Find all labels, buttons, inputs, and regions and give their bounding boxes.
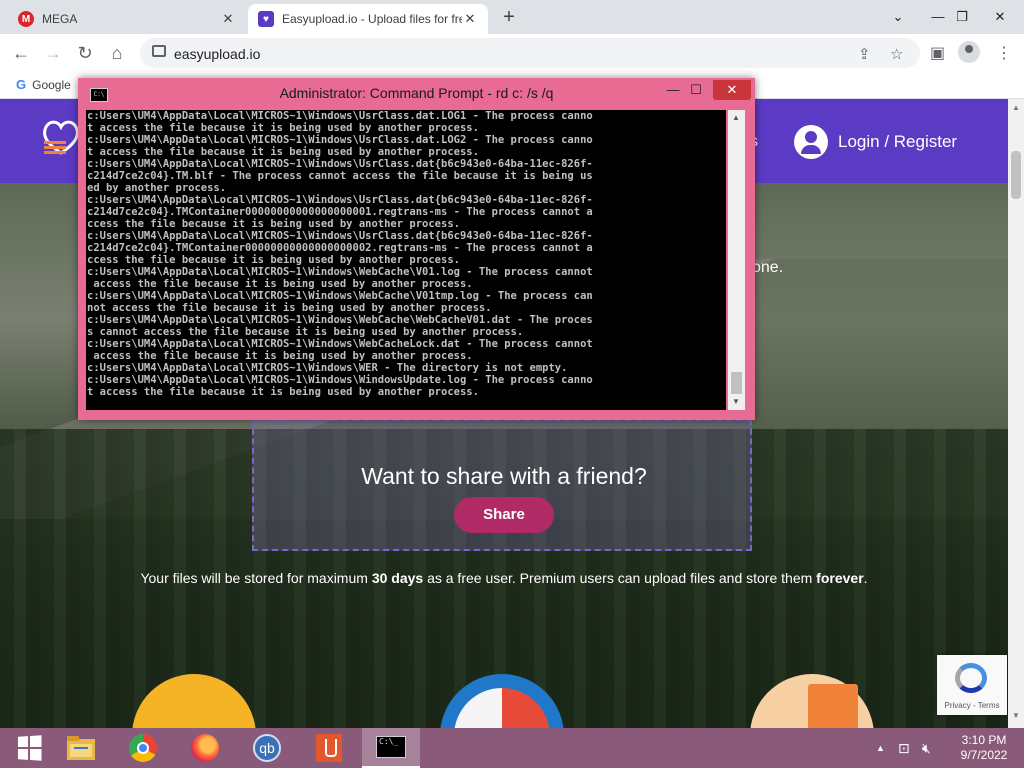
lock-icon	[152, 45, 166, 57]
volume-muted-icon[interactable]: 🔇︎	[922, 728, 931, 768]
taskbar-command-prompt[interactable]: C:\_	[362, 728, 420, 768]
command-prompt-window[interactable]: C:\ Administrator: Command Prompt - rd c…	[78, 78, 755, 420]
cmd-output: c:Users\UM4\AppData\Local\MICROS~1\Windo…	[87, 110, 593, 398]
user-icon	[794, 125, 828, 159]
home-icon[interactable]: ⌂	[106, 42, 128, 64]
folder-icon	[67, 736, 95, 760]
profile-avatar[interactable]	[958, 41, 980, 63]
cmd-title: Administrator: Command Prompt - rd c: /s…	[279, 85, 554, 101]
taskbar-qbittorrent[interactable]: qb	[238, 728, 296, 768]
easyupload-logo[interactable]	[42, 117, 80, 157]
share-page-icon[interactable]: ⇪	[858, 45, 871, 63]
taskbar: qb C:\_ ▲ ⊡ 🔇︎ 3:10 PM 9/7/2022	[0, 728, 1024, 768]
hero-text-partial: one.	[752, 259, 784, 276]
cmd-icon: C:\_	[376, 736, 406, 758]
scroll-up-icon[interactable]: ▲	[732, 113, 740, 122]
clock-date: 9/7/2022	[960, 748, 1008, 762]
login-label: Login / Register	[838, 132, 958, 151]
orange-app-icon	[316, 734, 342, 762]
cmd-scrollbar[interactable]: ▲ ▼	[728, 110, 745, 410]
storage-note-text: as a free user. Premium users can upload…	[423, 570, 817, 586]
close-tab-icon[interactable]: ✕	[220, 11, 236, 27]
browser-toolbar: ← → ↻ ⌂ easyupload.io ⇪ ☆ ▣ ⋮	[0, 34, 1024, 72]
bookmark-star-icon[interactable]: ☆	[890, 45, 903, 63]
cmd-close-button[interactable]: ✕	[713, 80, 751, 100]
side-panel-icon[interactable]: ▣	[930, 43, 945, 63]
url-text: easyupload.io	[174, 46, 261, 62]
scrollbar-thumb[interactable]	[1011, 151, 1021, 199]
bookmark-google[interactable]: G Google	[16, 77, 71, 92]
tab-easyupload[interactable]: ♥ Easyupload.io - Upload files for free …	[248, 4, 488, 34]
cmd-console[interactable]: c:Users\UM4\AppData\Local\MICROS~1\Windo…	[86, 110, 726, 410]
taskbar-app-orange[interactable]	[300, 728, 358, 768]
reload-icon[interactable]: ↻	[74, 42, 96, 64]
new-tab-button[interactable]: +	[498, 6, 520, 29]
storage-note-text: .	[863, 570, 868, 586]
recaptcha-badge[interactable]: Privacy - Terms	[937, 655, 1007, 715]
clock-time: 3:10 PM	[961, 733, 1007, 747]
taskbar-file-explorer[interactable]	[52, 728, 110, 768]
recaptcha-icon	[955, 663, 987, 693]
recaptcha-terms[interactable]: Privacy - Terms	[937, 701, 1007, 710]
scroll-down-icon[interactable]: ▼	[732, 397, 740, 406]
share-question: Want to share with a friend?	[361, 463, 647, 489]
storage-days: 30 days	[371, 570, 424, 586]
address-bar[interactable]: easyupload.io ⇪ ☆	[140, 38, 920, 68]
firefox-icon	[191, 734, 219, 762]
taskbar-firefox[interactable]	[176, 728, 234, 768]
browser-tab-bar: M MEGA ✕ ♥ Easyupload.io - Upload files …	[0, 0, 1024, 34]
bookmark-label: Google	[32, 77, 71, 92]
taskbar-chrome[interactable]	[114, 728, 172, 768]
easyupload-icon: ♥	[258, 11, 274, 27]
show-hidden-icons[interactable]: ▲	[876, 728, 885, 768]
storage-note-text: Your files will be stored for maximum	[140, 570, 372, 586]
windows-logo-icon	[17, 735, 42, 761]
cmd-scrollbar-thumb[interactable]	[731, 372, 742, 394]
system-clock[interactable]: 3:10 PM 9/7/2022	[954, 733, 1014, 763]
network-icon[interactable]: ⊡	[898, 728, 910, 768]
upload-dropzone[interactable]: Want to share with a friend? Share	[252, 419, 752, 551]
forward-icon[interactable]: →	[42, 42, 64, 64]
back-icon[interactable]: ←	[10, 42, 32, 64]
mega-icon: M	[18, 11, 34, 27]
chrome-icon	[129, 734, 157, 762]
close-tab-icon[interactable]: ✕	[462, 11, 478, 27]
start-button[interactable]	[0, 728, 58, 768]
tab-title: Easyupload.io - Upload files for free	[282, 12, 462, 26]
qbittorrent-icon: qb	[253, 734, 281, 762]
scroll-down-icon[interactable]: ▼	[1012, 711, 1020, 720]
storage-forever: forever	[816, 570, 864, 586]
cmd-maximize-button[interactable]: ☐	[681, 80, 711, 100]
scroll-up-icon[interactable]: ▲	[1012, 103, 1020, 112]
tab-search-icon[interactable]: ⌄	[880, 0, 916, 34]
page-scrollbar[interactable]: ▲ ▼	[1008, 99, 1024, 728]
google-icon: G	[16, 77, 27, 92]
share-button[interactable]: Share	[454, 497, 554, 533]
storage-note: Your files will be stored for maximum 30…	[0, 570, 1008, 586]
tab-title: MEGA	[42, 12, 78, 26]
restore-button[interactable]: ❐	[944, 0, 980, 34]
close-window-button[interactable]: ✕	[982, 0, 1018, 34]
login-register-link[interactable]: Login / Register	[794, 125, 957, 159]
menu-icon[interactable]: ⋮	[996, 43, 1012, 63]
tab-mega[interactable]: M MEGA ✕	[8, 4, 246, 34]
